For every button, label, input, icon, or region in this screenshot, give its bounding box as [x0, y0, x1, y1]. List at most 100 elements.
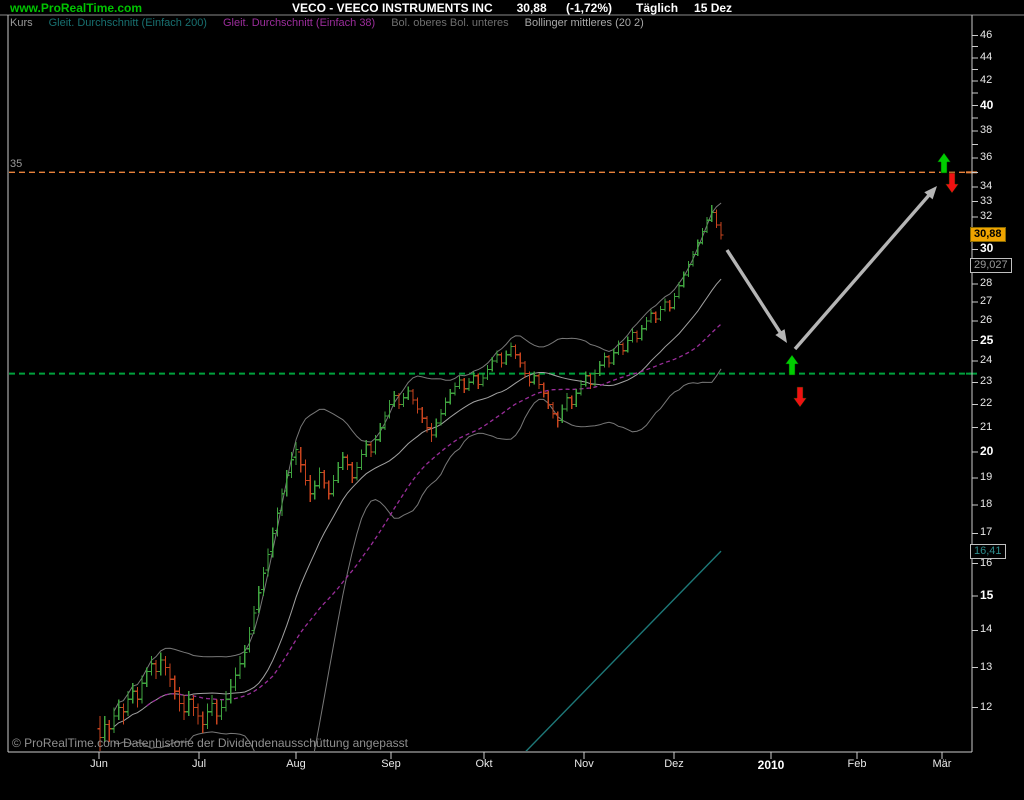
- candle: [303, 460, 308, 486]
- candle: [662, 298, 667, 311]
- candle: [648, 310, 653, 323]
- price-axis-label: 25: [980, 334, 1020, 347]
- candle: [578, 380, 583, 395]
- price-axis-label: 38: [980, 124, 1020, 137]
- candle: [480, 374, 485, 387]
- price-axis-label: 23: [980, 375, 1020, 388]
- candle: [667, 300, 672, 311]
- candle: [340, 452, 345, 470]
- price-axis-label: 30: [980, 242, 1020, 255]
- price-chart[interactable]: [0, 0, 1024, 800]
- candle: [368, 442, 373, 457]
- price-axis-label: 17: [980, 526, 1020, 539]
- candle: [639, 325, 644, 341]
- candle: [261, 567, 266, 596]
- month-label-Feb: Feb: [827, 758, 887, 770]
- price-axis-label: 46: [980, 29, 1020, 42]
- candle: [312, 480, 317, 499]
- trend-arrow-line[interactable]: [727, 250, 783, 337]
- month-label-2010: 2010: [741, 758, 801, 772]
- candle: [457, 376, 462, 389]
- month-label-Okt: Okt: [454, 758, 514, 770]
- price-axis-label: 33: [980, 195, 1020, 208]
- month-label-Jun: Jun: [69, 758, 129, 770]
- candle: [513, 345, 518, 359]
- candle: [653, 311, 658, 322]
- candle: [308, 475, 313, 502]
- candle: [574, 389, 579, 407]
- price-axis-label: 20: [980, 445, 1020, 458]
- candle: [611, 349, 616, 366]
- candle: [205, 703, 210, 728]
- price-axis-label: 36: [980, 151, 1020, 164]
- candle: [644, 317, 649, 331]
- candle: [522, 361, 527, 378]
- candle: [410, 389, 415, 405]
- candle: [443, 398, 448, 416]
- candle: [429, 423, 434, 442]
- candle: [588, 374, 593, 389]
- candle: [560, 404, 565, 423]
- candle: [676, 282, 681, 298]
- candle: [116, 699, 121, 720]
- candle: [499, 353, 504, 368]
- candle: [359, 450, 364, 470]
- bollinger-middle-band: [114, 279, 721, 727]
- candle: [620, 343, 625, 355]
- candle: [167, 664, 172, 687]
- candle: [317, 467, 322, 488]
- candle: [158, 652, 163, 675]
- candle: [536, 374, 541, 389]
- trend-arrow-line[interactable]: [795, 191, 932, 349]
- price-axis-label: 12: [980, 701, 1020, 714]
- price-axis-label: 44: [980, 51, 1020, 64]
- candle: [298, 447, 303, 472]
- price-axis-label: 24: [980, 354, 1020, 367]
- price-axis-label: 32: [980, 210, 1020, 223]
- candle: [415, 398, 420, 414]
- candle: [719, 222, 724, 240]
- month-label-Aug: Aug: [266, 758, 326, 770]
- candle: [336, 462, 341, 483]
- price-axis-label: 27: [980, 295, 1020, 308]
- candle: [252, 606, 257, 634]
- candle: [606, 355, 611, 368]
- month-label-Dez: Dez: [644, 758, 704, 770]
- boll-price-badge: 29,027: [970, 258, 1012, 273]
- level-lines: [9, 172, 977, 373]
- candle: [672, 293, 677, 310]
- candle: [401, 393, 406, 407]
- bollinger-upper-band: [114, 203, 721, 711]
- price-axis-label: 14: [980, 623, 1020, 636]
- candle: [569, 395, 574, 409]
- last-price-badge: 30,88: [970, 227, 1006, 242]
- candle: [111, 708, 116, 734]
- price-axis-label: 19: [980, 471, 1020, 484]
- candle: [658, 306, 663, 321]
- candle: [364, 440, 369, 457]
- resistance-level-label: 35: [10, 158, 22, 170]
- candle: [452, 382, 457, 395]
- candle: [275, 508, 280, 537]
- candle: [508, 343, 513, 357]
- price-axis-label: 16: [980, 557, 1020, 570]
- candle: [550, 402, 555, 418]
- candle: [382, 411, 387, 430]
- candle: [345, 455, 350, 470]
- sma38-line: [147, 324, 721, 706]
- candle: [238, 656, 243, 679]
- month-label-Mär: Mär: [912, 758, 972, 770]
- candle: [209, 695, 214, 716]
- candle: [130, 683, 135, 703]
- candle: [462, 378, 467, 393]
- candle: [555, 411, 560, 427]
- candle: [256, 586, 261, 613]
- candle: [139, 675, 144, 703]
- projection-arrows: [727, 186, 937, 349]
- candle: [354, 462, 359, 480]
- candle: [331, 475, 336, 496]
- candle: [200, 712, 205, 733]
- month-label-Nov: Nov: [554, 758, 614, 770]
- signal-arrow-up-icon: [786, 355, 799, 375]
- candle: [195, 703, 200, 724]
